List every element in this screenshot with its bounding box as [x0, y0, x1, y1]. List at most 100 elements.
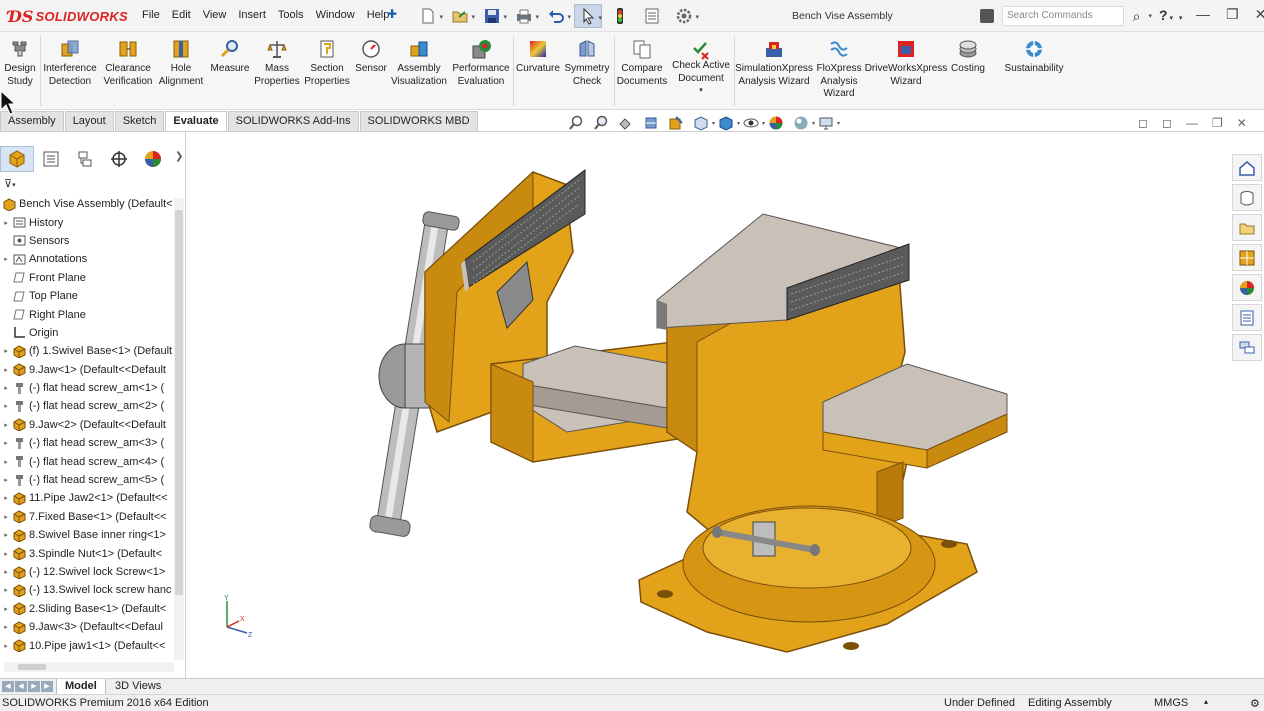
options-button[interactable]: ▾: [670, 4, 699, 28]
tab-evaluate[interactable]: Evaluate: [165, 111, 227, 131]
tree-node[interactable]: Front Plane: [0, 269, 174, 287]
expand-arrow-icon[interactable]: ▸: [0, 458, 12, 466]
section-view-button[interactable]: [641, 114, 661, 132]
tree-node[interactable]: ▸ (-) flat head screw_am<4> (: [0, 452, 174, 470]
configurationmanager-tab[interactable]: [68, 146, 102, 172]
expand-arrow-icon[interactable]: ▸: [0, 586, 12, 594]
doc-close-icon[interactable]: ✕: [1237, 116, 1247, 130]
menu-view[interactable]: View: [203, 9, 227, 21]
undo-button[interactable]: ▾: [542, 4, 571, 28]
expand-arrow-icon[interactable]: ▸: [0, 402, 12, 410]
featuremanager-tab[interactable]: [0, 146, 34, 172]
doc-minimize-icon[interactable]: —: [1186, 116, 1198, 130]
filter-icon[interactable]: ⊽▾: [4, 177, 16, 190]
tab-solidworks-add-ins[interactable]: SOLIDWORKS Add-Ins: [227, 111, 359, 131]
doc-tile2-icon[interactable]: ◻: [1162, 116, 1172, 130]
performance-evaluation-button[interactable]: Performance Evaluation: [450, 38, 512, 88]
last-tab-icon[interactable]: ▶: [41, 681, 53, 692]
chevron-right-icon[interactable]: ❯: [175, 151, 183, 162]
expand-arrow-icon[interactable]: ▸: [0, 219, 12, 227]
symmetry-check-button[interactable]: Symmetry Check: [562, 38, 612, 88]
tree-node[interactable]: ▸ 7.Fixed Base<1> (Default<<: [0, 508, 174, 526]
restore-icon[interactable]: ❐: [1226, 6, 1239, 23]
select-button[interactable]: ▾: [574, 4, 602, 28]
previous-view-button[interactable]: [616, 114, 636, 132]
check-active-document-dropdown-icon[interactable]: ▾: [699, 85, 703, 98]
prev-tab-icon[interactable]: ◀: [15, 681, 27, 692]
tree-node[interactable]: Sensors: [0, 232, 174, 250]
unit-system-status[interactable]: MMGS: [1154, 697, 1188, 709]
tab-layout[interactable]: Layout: [64, 111, 114, 131]
floxpress-button[interactable]: FloXpress Analysis Wizard: [814, 38, 864, 101]
print-button[interactable]: ▾: [510, 4, 539, 28]
view-settings-button[interactable]: ▾: [816, 114, 840, 132]
doc-restore-icon[interactable]: ❐: [1212, 116, 1223, 130]
design-study-button[interactable]: Design Study: [4, 38, 36, 88]
tab-solidworks-mbd[interactable]: SOLIDWORKS MBD: [359, 111, 478, 131]
tree-node[interactable]: ▸ Annotations: [0, 250, 174, 268]
tab-model[interactable]: Model: [56, 679, 106, 695]
tree-node[interactable]: Origin: [0, 324, 174, 342]
design-library-tab[interactable]: [1232, 184, 1262, 211]
search-scope-icon[interactable]: [980, 9, 994, 23]
expand-arrow-icon[interactable]: ▸: [0, 439, 12, 447]
tree-node[interactable]: ▸ (-) flat head screw_am<3> (: [0, 434, 174, 452]
costing-button[interactable]: Costing: [946, 38, 990, 76]
assembly-visualization-button[interactable]: Assembly Visualization: [390, 38, 448, 88]
driveworksxpress-button[interactable]: DriveWorksXpress Wizard: [865, 38, 947, 88]
save-button[interactable]: ▾: [478, 4, 507, 28]
menu-window[interactable]: Window: [316, 9, 355, 21]
forum-tab[interactable]: [1232, 334, 1262, 361]
section-properties-button[interactable]: Section Properties: [302, 38, 352, 88]
compare-documents-button[interactable]: Compare Documents: [616, 38, 668, 88]
curvature-button[interactable]: Curvature: [516, 38, 560, 76]
search-input[interactable]: Search Commands: [1002, 6, 1125, 26]
expand-arrow-icon[interactable]: ▸: [0, 494, 12, 502]
custom-properties-tab[interactable]: [1232, 304, 1262, 331]
solidworks-logo[interactable]: ƊS SOLIDWORKS: [8, 5, 128, 27]
pin-icon[interactable]: ✚: [387, 7, 397, 21]
expand-arrow-icon[interactable]: ▸: [0, 384, 12, 392]
expand-arrow-icon[interactable]: ▸: [0, 421, 12, 429]
dynamic-annotation-button[interactable]: [666, 114, 686, 132]
file-properties-button[interactable]: [638, 4, 666, 28]
display-style-button[interactable]: ▾: [716, 114, 740, 132]
tree-node[interactable]: ▸ 11.Pipe Jaw2<1> (Default<<: [0, 489, 174, 507]
expand-arrow-icon[interactable]: ▸: [0, 605, 12, 613]
help-button[interactable]: ? ▾ ▾: [1159, 7, 1182, 23]
displaymanager-tab[interactable]: [136, 146, 170, 172]
tree-node[interactable]: ▸ 9.Jaw<2> (Default<<Default: [0, 416, 174, 434]
tree-node[interactable]: ▸ (-) 13.Swivel lock screw hanc: [0, 581, 174, 599]
sensor-button[interactable]: Sensor: [352, 38, 390, 76]
new-document-button[interactable]: ▾: [414, 4, 443, 28]
tree-node[interactable]: ▸ 8.Swivel Base inner ring<1>: [0, 526, 174, 544]
graphics-area[interactable]: [187, 132, 1232, 678]
tree-node[interactable]: ▸ (-) 12.Swivel lock Screw<1>: [0, 563, 174, 581]
sustainability-button[interactable]: Sustainability: [998, 38, 1070, 76]
tree-node[interactable]: ▸ (-) flat head screw_am<2> (: [0, 397, 174, 415]
tree-node[interactable]: ▸ (-) flat head screw_am<5> (: [0, 471, 174, 489]
edit-appearance-button[interactable]: [766, 114, 786, 132]
tree-node[interactable]: Bench Vise Assembly (Default<: [0, 195, 174, 213]
solidworks-resources-tab[interactable]: [1232, 154, 1262, 181]
expand-arrow-icon[interactable]: ▸: [0, 255, 12, 263]
measure-button[interactable]: Measure: [208, 38, 252, 76]
menu-help[interactable]: Help: [367, 9, 390, 21]
mass-properties-button[interactable]: Mass Properties: [252, 38, 302, 88]
clearance-verification-button[interactable]: Clearance Verification: [100, 38, 156, 88]
dimxpertmanager-tab[interactable]: [102, 146, 136, 172]
expand-arrow-icon[interactable]: ▸: [0, 347, 12, 355]
tree-node[interactable]: ▸ (f) 1.Swivel Base<1> (Default: [0, 342, 174, 360]
search-icon[interactable]: ⌕: [1124, 8, 1148, 25]
tree-node[interactable]: ▸ 3.Spindle Nut<1> (Default<: [0, 544, 174, 562]
menu-tools[interactable]: Tools: [278, 9, 304, 21]
expand-arrow-icon[interactable]: ▸: [0, 513, 12, 521]
menu-insert[interactable]: Insert: [238, 9, 266, 21]
view-orientation-button[interactable]: ▾: [691, 114, 715, 132]
open-button[interactable]: ▾: [446, 4, 475, 28]
first-tab-icon[interactable]: ◀: [2, 681, 14, 692]
check-active-document-button[interactable]: Check Active Document ▾: [670, 38, 732, 98]
file-explorer-tab[interactable]: [1232, 214, 1262, 241]
tree-node[interactable]: ▸ 10.Pipe jaw1<1> (Default<<: [0, 636, 174, 654]
expand-arrow-icon[interactable]: ▸: [0, 550, 12, 558]
